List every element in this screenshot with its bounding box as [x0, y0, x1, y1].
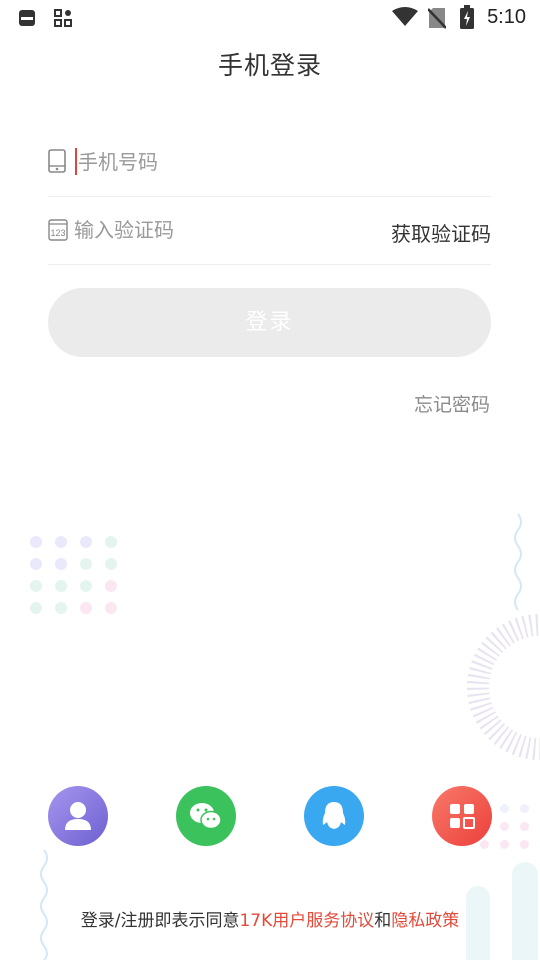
grid-apps-icon: [450, 804, 475, 829]
page-title: 手机登录: [217, 51, 322, 80]
svg-text:123: 123: [50, 228, 65, 238]
numeric-123-icon: 123: [48, 219, 68, 245]
decorative-dots-left: [30, 536, 125, 616]
text-caret: [75, 148, 77, 175]
verification-code-field[interactable]: 123 获取验证码: [48, 198, 491, 265]
login-button[interactable]: 登录: [48, 288, 491, 357]
status-bar: 5:10: [0, 0, 540, 36]
phone-input[interactable]: [78, 130, 378, 194]
wechat-login-button[interactable]: [176, 786, 236, 846]
no-sim-icon: [427, 7, 447, 33]
privacy-link[interactable]: 隐私政策: [391, 911, 459, 931]
decorative-squiggle-left: [40, 850, 48, 960]
terms-link[interactable]: 17K用户服务协议: [239, 911, 374, 931]
agreement-prefix: 登录/注册即表示同意: [80, 911, 240, 931]
carrier-app-icon: [18, 9, 36, 31]
apps-grid-icon: [54, 9, 72, 31]
wifi-icon: [392, 7, 418, 31]
battery-charging-icon: [460, 5, 474, 33]
verification-code-input[interactable]: [74, 198, 374, 262]
qq-login-button[interactable]: [304, 786, 364, 846]
qq-penguin-icon: [322, 802, 346, 829]
agreement-text: 登录/注册即表示同意17K用户服务协议和隐私政策: [0, 906, 540, 931]
phone-icon: [48, 149, 66, 177]
get-code-button[interactable]: 获取验证码: [391, 218, 491, 247]
forgot-password-link[interactable]: 忘记密码: [414, 390, 490, 417]
decorative-squiggle-right: [514, 514, 522, 611]
decorative-dotted-ring: [467, 614, 540, 760]
agreement-and: 和: [374, 911, 392, 931]
status-time: 5:10: [487, 6, 526, 28]
account-login-button[interactable]: [48, 786, 108, 846]
more-login-button[interactable]: [432, 786, 492, 846]
phone-field[interactable]: [48, 130, 491, 197]
person-icon: [65, 802, 91, 830]
wechat-icon: [190, 803, 222, 830]
